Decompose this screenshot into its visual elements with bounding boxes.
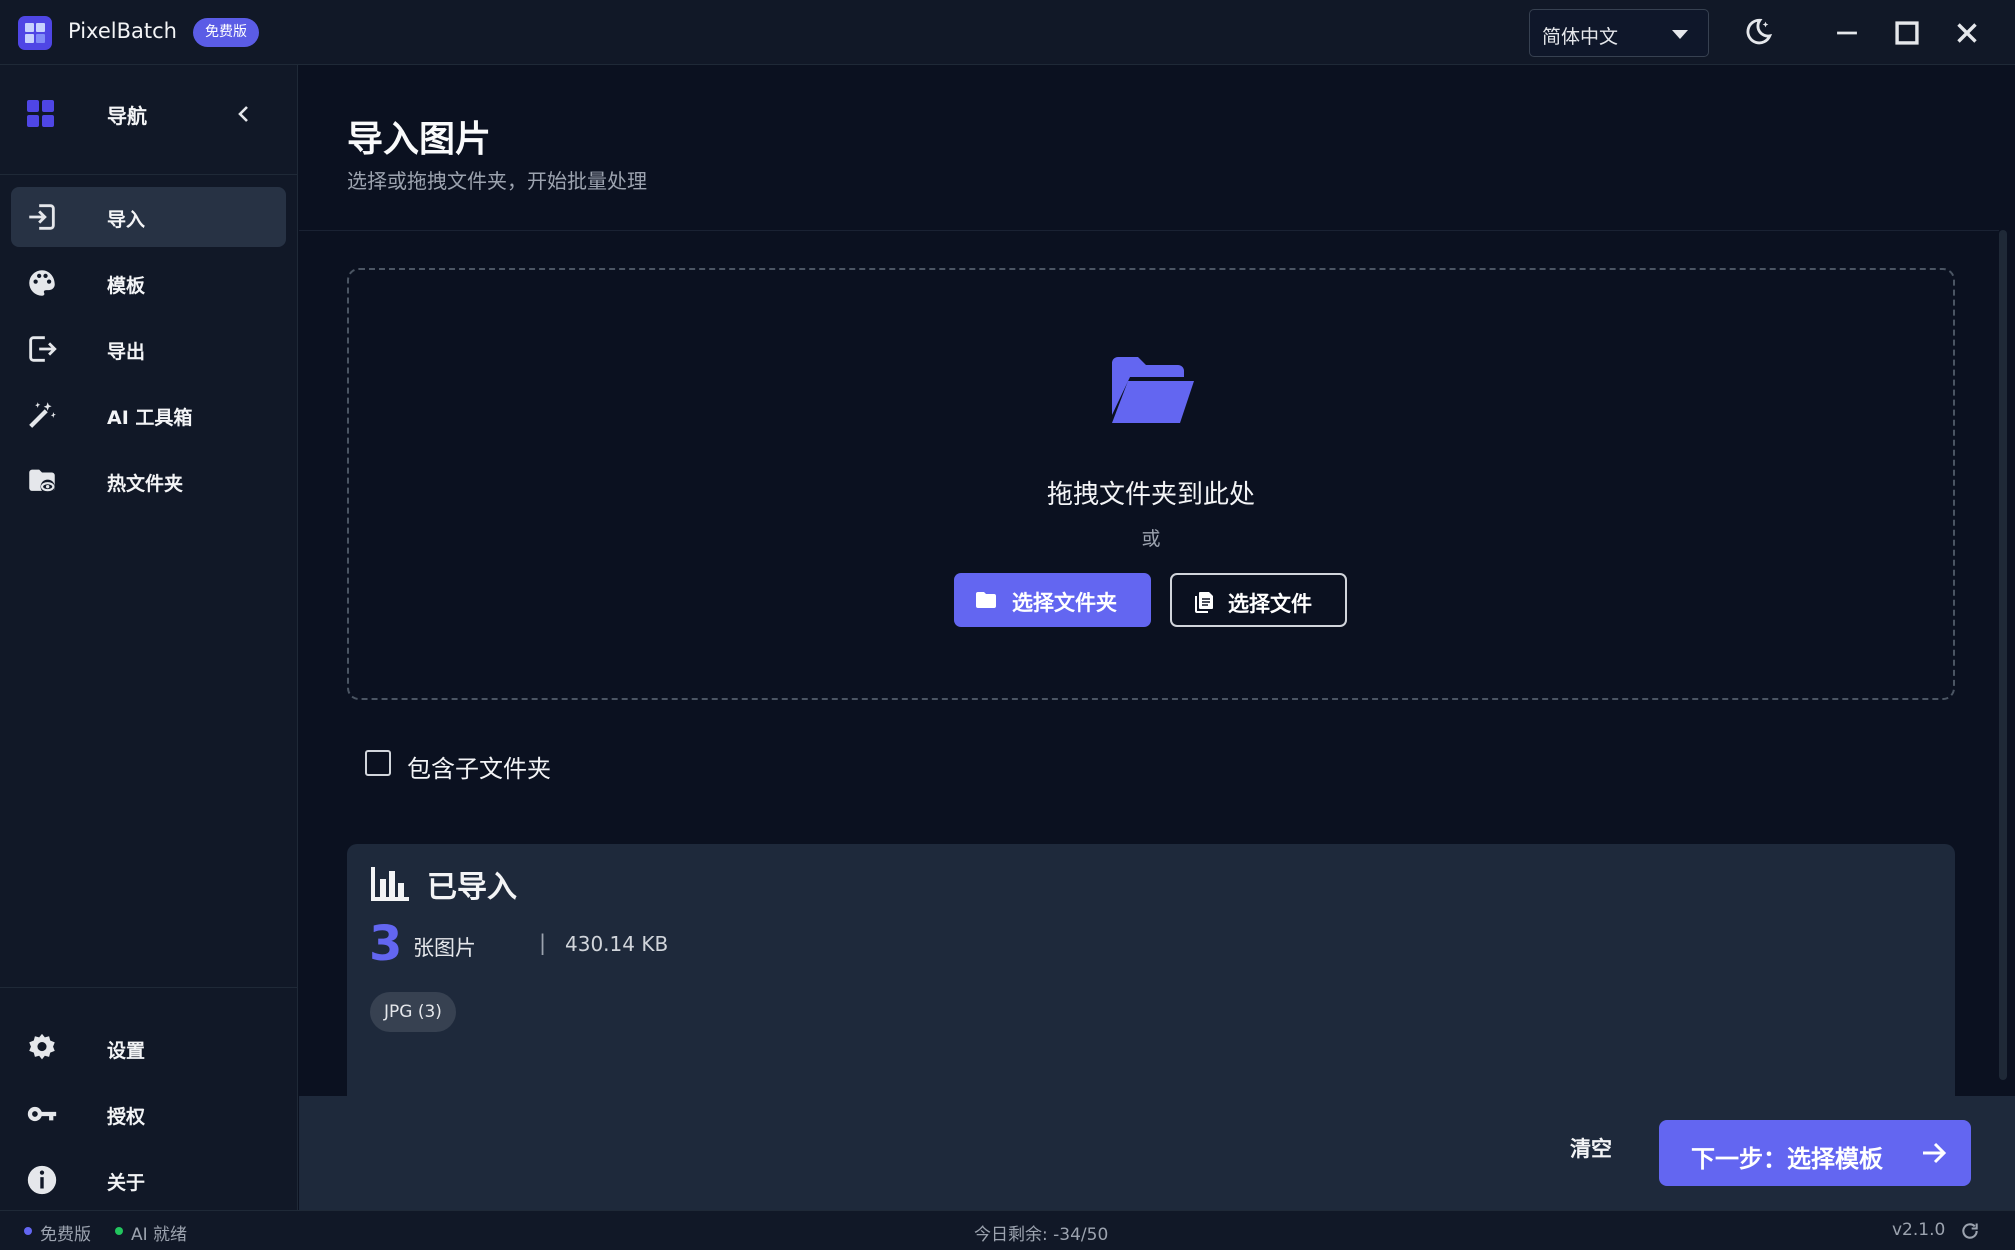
minimize-icon[interactable] [1830, 16, 1864, 50]
grid-icon [27, 100, 55, 128]
status-version: v2.1.0 [1892, 1220, 1946, 1240]
sidebar-divider [0, 987, 298, 988]
sidebar-item-ai-toolbox[interactable]: AI 工具箱 [11, 385, 286, 445]
sidebar-item-label: AI 工具箱 [107, 407, 193, 429]
include-subfolders-label: 包含子文件夹 [407, 755, 551, 783]
ai-status-dot [115, 1227, 123, 1235]
select-folder-label: 选择文件夹 [1012, 591, 1117, 615]
image-count: 3 [369, 916, 403, 972]
imported-title: 已导入 [427, 870, 517, 905]
sidebar-item-license[interactable]: 授权 [11, 1084, 286, 1144]
file-type-chip: JPG (3) [370, 992, 456, 1032]
palette-icon [25, 266, 59, 300]
bar-chart-icon [371, 865, 411, 901]
gear-icon [25, 1031, 59, 1065]
next-step-button[interactable]: 下一步：选择模板 [1659, 1120, 1971, 1186]
select-file-label: 选择文件 [1228, 592, 1312, 616]
sidebar-item-templates[interactable]: 模板 [11, 253, 286, 313]
status-quota: 今日剩余: -34/50 [974, 1225, 1109, 1245]
plan-status-dot [24, 1227, 32, 1235]
total-size: 430.14 KB [565, 932, 669, 956]
watch-folder-icon [25, 464, 59, 498]
page-title: 导入图片 [347, 119, 492, 160]
drop-zone[interactable]: 拖拽文件夹到此处 或 选择文件夹 选择文件 [347, 268, 1955, 700]
folder-icon [974, 588, 998, 612]
sidebar-item-label: 模板 [107, 275, 146, 297]
import-icon [25, 200, 59, 234]
action-bar: 清空 下一步：选择模板 [299, 1096, 2015, 1210]
close-icon[interactable] [1950, 16, 1984, 50]
refresh-icon[interactable] [1960, 1221, 1980, 1241]
select-folder-button[interactable]: 选择文件夹 [954, 573, 1151, 627]
sidebar-item-import[interactable]: 导入 [11, 187, 286, 247]
theme-toggle-moon-icon[interactable] [1740, 16, 1774, 50]
page-subtitle: 选择或拖拽文件夹，开始批量处理 [347, 169, 647, 193]
chevron-left-icon[interactable] [232, 102, 256, 126]
language-select[interactable]: 简体中文 [1529, 9, 1709, 57]
drop-instruction: 拖拽文件夹到此处 [1046, 480, 1255, 510]
count-separator: | [539, 931, 547, 955]
sidebar-header: 导航 [0, 65, 298, 175]
or-separator: 或 [1141, 528, 1161, 550]
imported-summary-card: 已导入 3 张图片 | 430.14 KB JPG (3) [347, 844, 1955, 1138]
app-name: PixelBatch [68, 19, 177, 43]
sidebar-item-label: 设置 [107, 1040, 146, 1062]
select-file-button[interactable]: 选择文件 [1170, 573, 1347, 627]
status-ai: AI 就绪 [131, 1225, 188, 1245]
scrollbar[interactable] [1999, 230, 2007, 1080]
sidebar-item-settings[interactable]: 设置 [11, 1018, 286, 1078]
key-icon [25, 1097, 59, 1131]
info-icon [25, 1163, 59, 1197]
main-content: 导入图片 选择或拖拽文件夹，开始批量处理 拖拽文件夹到此处 或 选择文件夹 选择… [299, 65, 2015, 1210]
sidebar-item-label: 热文件夹 [107, 473, 184, 495]
sidebar-header-label: 导航 [107, 104, 147, 128]
file-copy-icon [1192, 590, 1216, 614]
sidebar: 导航 导入 模板 导出 AI 工具箱 热文件夹 设置 授权 关于 [0, 65, 298, 1210]
sidebar-item-label: 导入 [107, 209, 146, 231]
title-bar: PixelBatch 免费版 简体中文 [0, 0, 2015, 65]
arrow-right-icon [1921, 1141, 1947, 1165]
app-logo-icon [18, 16, 52, 50]
magic-wand-icon [25, 398, 59, 432]
image-count-unit: 张图片 [413, 936, 476, 960]
sidebar-item-export[interactable]: 导出 [11, 319, 286, 379]
status-plan: 免费版 [40, 1225, 91, 1245]
sidebar-item-about[interactable]: 关于 [11, 1150, 286, 1210]
page-header: 导入图片 选择或拖拽文件夹，开始批量处理 [299, 65, 1999, 231]
export-icon [25, 332, 59, 366]
status-bar: 免费版 AI 就绪 今日剩余: -34/50 v2.1.0 [0, 1210, 2015, 1250]
include-subfolders-checkbox[interactable] [365, 750, 391, 776]
sidebar-item-label: 关于 [107, 1172, 146, 1194]
sidebar-item-hot-folder[interactable]: 热文件夹 [11, 451, 286, 511]
language-select-value: 简体中文 [1542, 26, 1619, 48]
chevron-down-icon [1672, 30, 1688, 39]
sidebar-item-label: 导出 [107, 341, 146, 363]
clear-button[interactable]: 清空 [1570, 1133, 1612, 1163]
sidebar-item-label: 授权 [107, 1106, 146, 1128]
next-step-label: 下一步：选择模板 [1691, 1145, 1883, 1173]
plan-badge: 免费版 [193, 18, 259, 47]
maximize-icon[interactable] [1890, 16, 1924, 50]
folder-open-icon [1110, 355, 1196, 425]
